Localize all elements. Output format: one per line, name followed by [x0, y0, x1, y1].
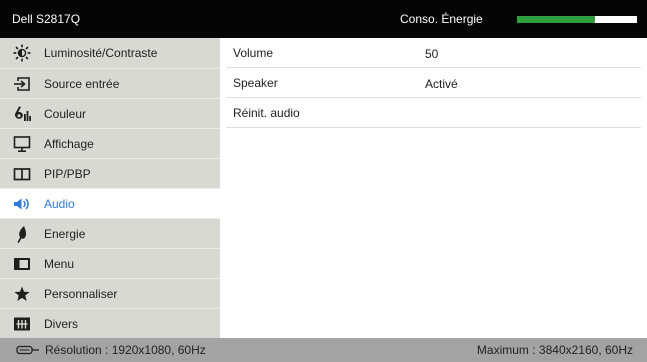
star-icon	[12, 285, 32, 303]
sidebar-item-menu[interactable]: Menu	[0, 248, 220, 278]
sidebar-item-label: Couleur	[44, 107, 87, 121]
sidebar-item-personalize[interactable]: Personnaliser	[0, 278, 220, 308]
speaker-value: Activé	[425, 77, 458, 91]
speaker-label: Speaker	[233, 76, 278, 90]
energy-consumption-bar	[517, 16, 637, 23]
sidebar-item-display[interactable]: Affichage	[0, 128, 220, 158]
sidebar-item-label: Divers	[44, 317, 79, 331]
sidebar-item-energy[interactable]: Energie	[0, 218, 220, 248]
sidebar-item-label: Luminosité/Contraste	[44, 46, 158, 60]
sidebar-item-audio[interactable]: Audio	[0, 188, 220, 218]
sidebar-item-color[interactable]: Couleur	[0, 98, 220, 128]
audio-reset-label: Réinit. audio	[233, 106, 300, 120]
sidebar-item-brightness-contrast[interactable]: Luminosité/Contraste	[0, 38, 220, 68]
speaker-row[interactable]: Speaker Activé	[226, 68, 641, 98]
osd-header: Dell S2817Q Conso. Énergie	[0, 0, 647, 38]
monitor-model-title: Dell S2817Q	[12, 12, 81, 26]
energy-consumption-label: Conso. Énergie	[400, 12, 483, 26]
sidebar-item-label: Energie	[44, 227, 86, 241]
audio-settings-panel: Volume 50 Speaker Activé Réinit. audio	[220, 38, 647, 338]
sidebar-item-label: Personnaliser	[44, 287, 118, 301]
volume-label: Volume	[233, 46, 274, 60]
speaker-icon	[12, 195, 32, 213]
display-icon	[12, 135, 32, 153]
sidebar-item-misc[interactable]: Divers	[0, 308, 220, 338]
sidebar-item-label: PIP/PBP	[44, 167, 91, 181]
sidebar-item-label: Source entrée	[44, 77, 120, 91]
color-icon	[12, 105, 32, 123]
sidebar-item-label: Affichage	[44, 137, 94, 151]
menu-icon	[12, 255, 32, 273]
sidebar-item-pip-pbp[interactable]: PIP/PBP	[0, 158, 220, 188]
sidebar-item-label: Menu	[44, 257, 75, 271]
misc-icon	[12, 315, 32, 333]
energy-icon	[12, 225, 32, 243]
energy-consumption-fill	[517, 16, 595, 23]
input-source-icon	[12, 75, 32, 93]
maximum-resolution: Maximum : 3840x2160, 60Hz	[476, 343, 633, 357]
volume-value: 50	[425, 47, 439, 61]
brightness-contrast-icon	[12, 44, 32, 62]
pip-pbp-icon	[12, 165, 32, 183]
cable-connector-icon	[16, 344, 40, 356]
sidebar-item-label: Audio	[44, 197, 75, 211]
current-resolution: Résolution : 1920x1080, 60Hz	[45, 343, 206, 357]
sidebar-item-input-source[interactable]: Source entrée	[0, 68, 220, 98]
audio-reset-row[interactable]: Réinit. audio	[226, 98, 641, 128]
osd-status-bar: Résolution : 1920x1080, 60Hz Maximum : 3…	[0, 338, 647, 362]
volume-row[interactable]: Volume 50	[226, 38, 641, 68]
osd-sidebar: Luminosité/Contraste Source entrée Coule…	[0, 38, 220, 338]
